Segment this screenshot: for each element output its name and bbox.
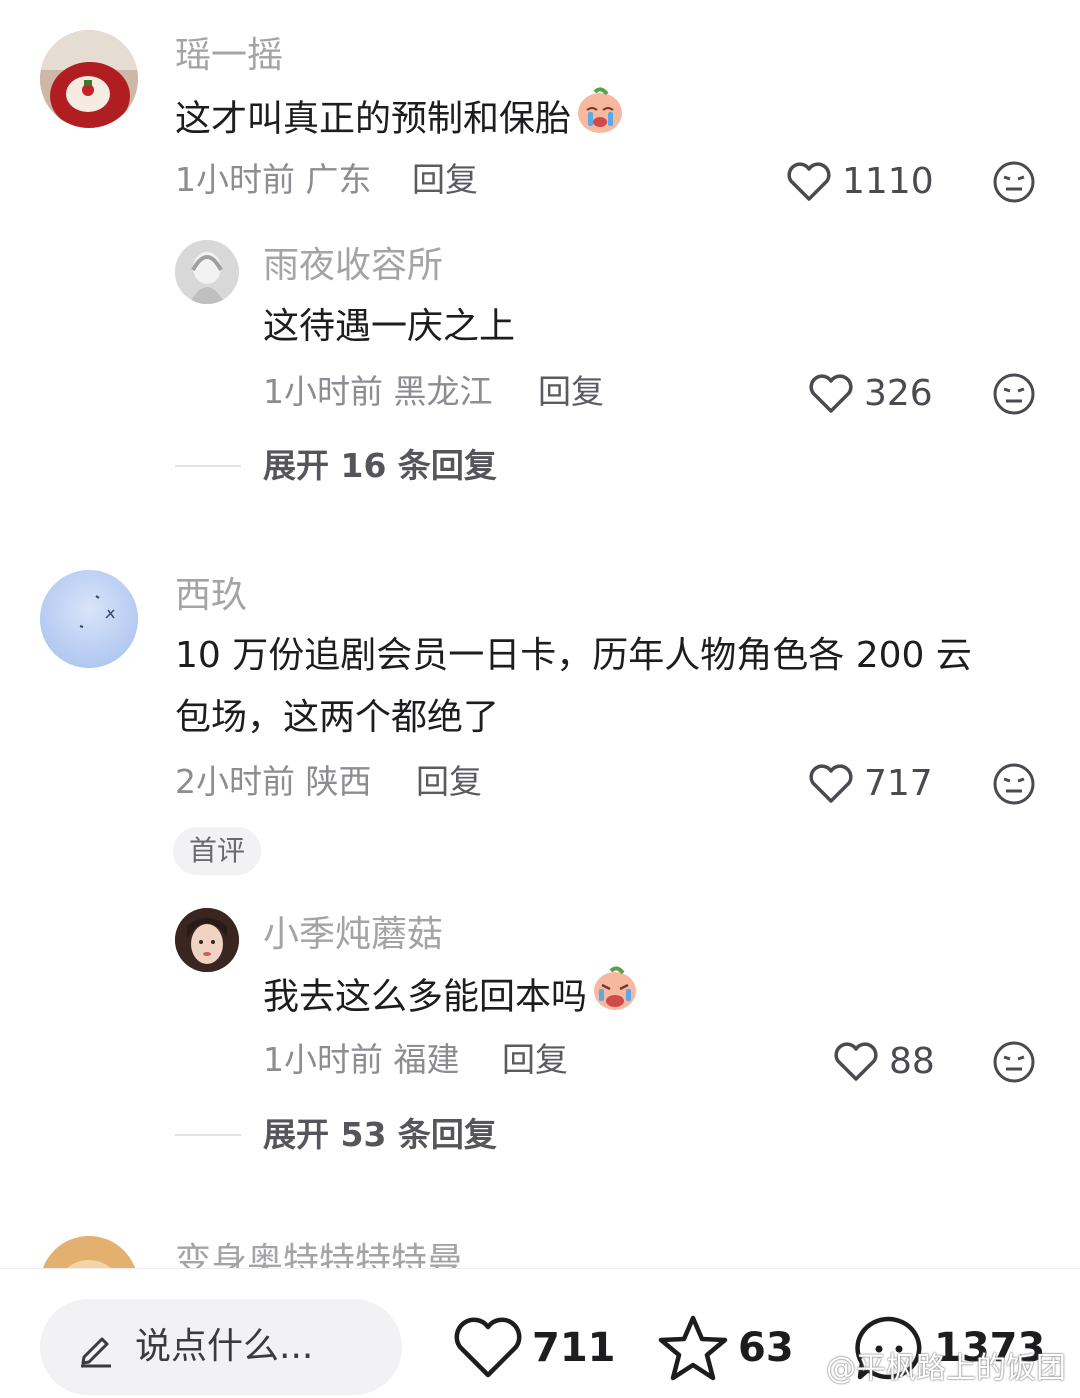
reply-location: 福建 <box>393 1040 460 1079</box>
heart-icon <box>454 1317 522 1378</box>
post-like-count: 711 <box>532 1325 616 1371</box>
comment-input-placeholder: 说点什么... <box>135 1326 314 1367</box>
avatar-image <box>175 240 239 304</box>
heart-icon <box>834 1042 878 1081</box>
favorite-count: 63 <box>738 1325 794 1371</box>
expand-replies-button[interactable]: 展开 16 条回复 <box>263 446 497 486</box>
comment-text-content: 这才叫真正的预制和保胎 <box>175 98 572 140</box>
pencil-icon <box>81 1337 111 1368</box>
reply-time: 1小时前 福建 <box>263 1040 460 1080</box>
like-button[interactable]: 326 <box>808 372 933 416</box>
comment-input[interactable]: 说点什么... <box>40 1299 402 1395</box>
reply-timestamp: 1小时前 <box>263 1040 383 1079</box>
comment-timestamp: 2小时前 <box>175 762 295 801</box>
like-count: 88 <box>889 1041 935 1082</box>
like-count: 1110 <box>842 161 934 202</box>
like-count: 717 <box>864 763 933 804</box>
comment-location: 广东 <box>305 160 372 199</box>
crying-face-icon <box>591 965 639 1032</box>
avatar-image <box>40 30 138 128</box>
comment-username[interactable]: 瑶一摇 <box>175 34 283 78</box>
heart-icon <box>809 374 853 413</box>
dislike-button[interactable] <box>992 762 1036 806</box>
favorite-button[interactable]: 63 <box>656 1313 794 1383</box>
comment-time: 2小时前 陕西 <box>175 762 372 802</box>
reply-button[interactable]: 回复 <box>412 160 478 200</box>
crying-face-icon <box>575 86 625 155</box>
expand-replies-button[interactable]: 展开 53 条回复 <box>263 1115 497 1155</box>
like-button[interactable]: 1110 <box>786 160 934 204</box>
watermark: @平枫路上的饭团 <box>826 1351 1066 1386</box>
dislike-button[interactable] <box>992 160 1036 204</box>
avatar[interactable] <box>40 30 138 128</box>
divider <box>175 465 241 467</box>
comment-timestamp: 1小时前 <box>175 160 295 199</box>
reply-button[interactable]: 回复 <box>502 1040 568 1080</box>
like-post-button[interactable]: 711 <box>452 1313 616 1383</box>
reply-username[interactable]: 小季炖蘑菇 <box>263 913 443 957</box>
comment-text-line1: 10 万份追剧会员一日卡，历年人物角色各 200 云 <box>175 635 972 676</box>
avatar-image <box>175 908 239 972</box>
star-icon <box>658 1315 728 1381</box>
reply-button[interactable]: 回复 <box>538 372 604 412</box>
divider <box>175 1134 241 1136</box>
comment-username[interactable]: 西玖 <box>175 574 247 618</box>
neutral-face-icon <box>993 763 1035 805</box>
reply-timestamp: 1小时前 <box>263 372 383 411</box>
reply-text: 这待遇一庆之上 <box>263 306 516 347</box>
neutral-face-icon <box>993 373 1035 415</box>
avatar[interactable] <box>175 240 239 304</box>
reply-location: 黑龙江 <box>393 372 493 411</box>
avatar[interactable] <box>175 908 239 972</box>
reply-time: 1小时前 黑龙江 <box>263 372 493 412</box>
neutral-face-icon <box>993 161 1035 203</box>
like-button[interactable]: 717 <box>808 762 933 806</box>
comment-time: 1小时前 广东 <box>175 160 372 200</box>
avatar-image <box>40 570 138 668</box>
dislike-button[interactable] <box>992 372 1036 416</box>
like-button[interactable]: 88 <box>833 1040 935 1084</box>
avatar[interactable] <box>40 570 138 668</box>
neutral-face-icon <box>993 1041 1035 1083</box>
heart-icon <box>787 162 831 201</box>
comment-text-line2: 包场，这两个都绝了 <box>175 697 500 738</box>
reply-username[interactable]: 雨夜收容所 <box>263 244 443 288</box>
heart-icon <box>809 764 853 803</box>
dislike-button[interactable] <box>992 1040 1036 1084</box>
reply-button[interactable]: 回复 <box>416 762 482 802</box>
reply-text: 我去这么多能回本吗 <box>263 965 639 1032</box>
comment-location: 陕西 <box>305 762 372 801</box>
comment-text: 这才叫真正的预制和保胎 <box>175 86 625 155</box>
first-comment-badge: 首评 <box>173 827 262 875</box>
like-count: 326 <box>864 373 933 414</box>
reply-text-content: 我去这么多能回本吗 <box>263 976 588 1018</box>
